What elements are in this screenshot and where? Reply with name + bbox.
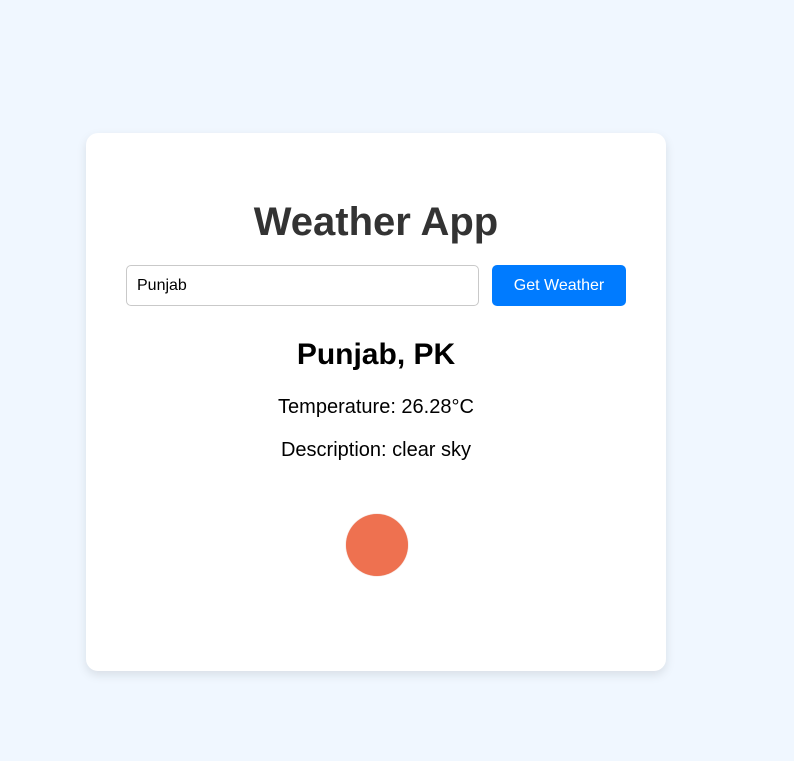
- app-title: Weather App: [253, 200, 499, 244]
- city-input[interactable]: [126, 265, 479, 306]
- weather-card: Weather App Get Weather Punjab, PK Tempe…: [86, 133, 666, 671]
- get-weather-button[interactable]: Get Weather: [492, 265, 626, 306]
- location-heading: Punjab, PK: [296, 338, 456, 371]
- sun-icon: [346, 514, 408, 576]
- temperature-text: Temperature: 26.28°C: [278, 396, 474, 418]
- description-text: Description: clear sky: [280, 439, 472, 461]
